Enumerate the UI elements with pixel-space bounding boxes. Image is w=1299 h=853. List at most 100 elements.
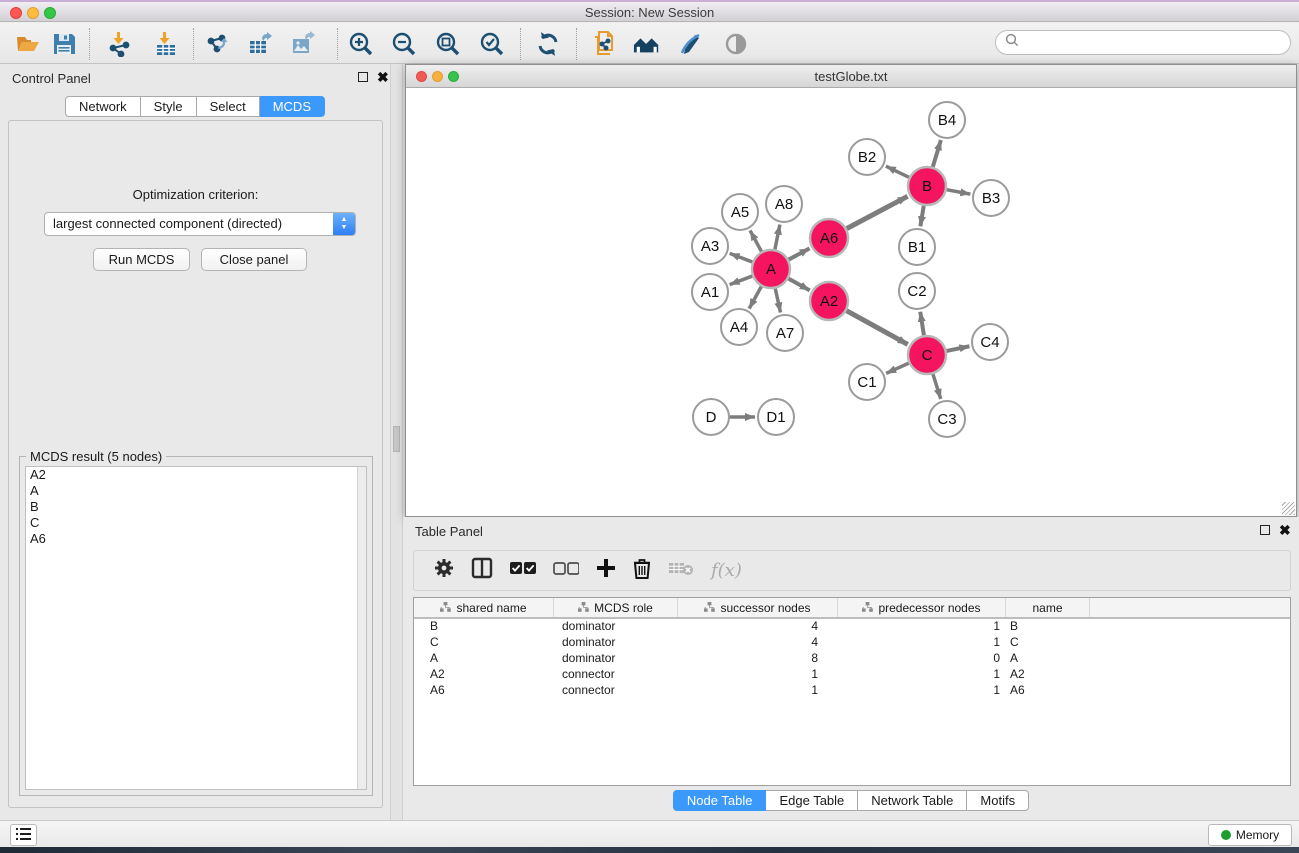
delete-table-icon[interactable] (668, 560, 694, 581)
open-session-icon[interactable] (14, 30, 42, 58)
tab-mcds[interactable]: MCDS (260, 96, 325, 117)
graph-node-label: A4 (730, 319, 748, 336)
deselect-all-checkbox-icon[interactable] (553, 561, 579, 580)
tab-style[interactable]: Style (141, 96, 197, 117)
toolbar-separator (520, 28, 521, 60)
graph-edge-A-A1[interactable] (730, 276, 753, 285)
close-panel-button[interactable]: Close panel (201, 248, 307, 271)
delete-column-icon[interactable] (633, 558, 651, 584)
network-view-window: testGlobe.txt B4B2BB3A5A8A6A3B1AA1C2A2A4… (405, 64, 1297, 517)
column-header-successor-nodes[interactable]: successor nodes (678, 598, 838, 617)
mcds-result-list[interactable]: A2ABCA6 (25, 466, 367, 790)
tab-network[interactable]: Network (65, 96, 141, 117)
create-column-icon[interactable] (596, 558, 616, 583)
select-all-checkbox-icon[interactable] (510, 561, 536, 580)
splitter-handle[interactable] (393, 426, 400, 452)
import-network-icon[interactable] (106, 30, 134, 58)
network-window-titlebar: testGlobe.txt (406, 65, 1296, 88)
table-cell: connector (554, 667, 678, 683)
control-panel-title: Control Panel (12, 71, 91, 86)
main-toolbar (0, 23, 1299, 64)
table-cell: 1 (678, 667, 838, 683)
column-header-MCDS-role[interactable]: MCDS role (554, 598, 678, 617)
graph-edge-C-C3[interactable] (933, 374, 941, 399)
new-network-from-selection-icon[interactable] (590, 30, 618, 58)
tab-motifs[interactable]: Motifs (967, 790, 1029, 811)
refresh-layout-icon[interactable] (534, 30, 562, 58)
tab-edge-table[interactable]: Edge Table (766, 790, 858, 811)
import-table-icon[interactable] (152, 30, 180, 58)
column-header-name[interactable]: name (1006, 598, 1090, 617)
table-row[interactable]: Cdominator41C (414, 635, 1290, 651)
graph-edge-A-A3[interactable] (730, 253, 753, 262)
window-titlebar: Session: New Session (0, 0, 1299, 22)
zoom-fit-icon[interactable] (434, 30, 462, 58)
graph-edge-A-A7[interactable] (775, 289, 780, 313)
result-item[interactable]: A2 (26, 467, 366, 483)
graph-edge-A6-B[interactable] (847, 196, 908, 228)
save-session-icon[interactable] (50, 30, 78, 58)
control-panel: Control Panel ✖ NetworkStyleSelectMCDS O… (0, 64, 390, 820)
zoom-out-icon[interactable] (390, 30, 418, 58)
float-panel-icon[interactable] (358, 72, 368, 82)
search-input[interactable] (1025, 34, 1290, 51)
column-header-shared-name[interactable]: shared name (414, 598, 554, 617)
show-panels-menu-button[interactable] (10, 824, 37, 846)
run-mcds-button[interactable]: Run MCDS (93, 248, 190, 271)
result-item[interactable]: B (26, 499, 366, 515)
result-item[interactable]: A (26, 483, 366, 499)
export-network-icon[interactable] (204, 30, 232, 58)
column-header-predecessor-nodes[interactable]: predecessor nodes (838, 598, 1006, 617)
result-item[interactable]: A6 (26, 531, 366, 547)
zoom-in-icon[interactable] (347, 30, 375, 58)
tab-select[interactable]: Select (197, 96, 260, 117)
column-type-icon (578, 601, 589, 615)
result-list-scrollbar[interactable] (357, 467, 366, 789)
graph-edge-A2-C[interactable] (847, 311, 908, 345)
show-column-icon[interactable] (471, 557, 493, 584)
export-table-icon[interactable] (247, 30, 275, 58)
graph-edge-B-B4[interactable] (933, 140, 941, 167)
table-options-icon[interactable] (434, 558, 454, 583)
graph-edge-A-A6[interactable] (789, 248, 810, 259)
vertical-splitter[interactable] (390, 64, 403, 820)
graph-edge-A-A8[interactable] (775, 225, 780, 250)
close-table-panel-icon[interactable]: ✖ (1279, 525, 1291, 537)
graph-edge-B-B3[interactable] (947, 190, 971, 194)
export-image-icon[interactable] (290, 30, 318, 58)
tab-network-table[interactable]: Network Table (858, 790, 967, 811)
hide-annotations-icon[interactable] (676, 30, 704, 58)
show-graphics-details-icon[interactable] (722, 30, 750, 58)
table-header-row: shared nameMCDS rolesuccessor nodesprede… (414, 598, 1290, 619)
table-row[interactable]: Bdominator41B (414, 619, 1290, 635)
zoom-selected-icon[interactable] (478, 30, 506, 58)
graph-node-label: A8 (775, 196, 793, 213)
graph-edge-B-B2[interactable] (886, 166, 909, 177)
criterion-select[interactable]: largest connected component (directed) ▲… (44, 212, 356, 236)
graph-edge-C-C1[interactable] (886, 363, 909, 373)
graph-node-label: C3 (937, 411, 956, 428)
table-row[interactable]: A2connector11A2 (414, 667, 1290, 683)
toolbar-separator (89, 28, 90, 60)
tab-node-table[interactable]: Node Table (673, 790, 767, 811)
network-graph[interactable]: B4B2BB3A5A8A6A3B1AA1C2A2A4A7C4CC1DD1C3 (406, 88, 1296, 516)
graph-edge-A-A2[interactable] (789, 279, 810, 291)
column-type-icon (862, 601, 873, 615)
graph-edge-A-A4[interactable] (749, 287, 761, 309)
table-row[interactable]: A6connector11A6 (414, 683, 1290, 699)
close-panel-icon[interactable]: ✖ (377, 72, 389, 84)
graph-edge-A-A5[interactable] (750, 230, 761, 251)
table-cell: dominator (554, 635, 678, 651)
table-cell: 4 (678, 635, 838, 651)
function-builder-icon[interactable]: f(x) (711, 560, 742, 581)
float-table-panel-icon[interactable] (1260, 525, 1270, 535)
graph-edge-B-B1[interactable] (920, 206, 923, 227)
window-resize-grip[interactable] (1282, 502, 1295, 515)
memory-button[interactable]: Memory (1208, 824, 1292, 846)
result-item[interactable]: C (26, 515, 366, 531)
graph-edge-C-C2[interactable] (920, 312, 924, 335)
table-row[interactable]: Adominator80A (414, 651, 1290, 667)
network-canvas[interactable]: B4B2BB3A5A8A6A3B1AA1C2A2A4A7C4CC1DD1C3 (406, 88, 1296, 516)
graph-edge-C-C4[interactable] (947, 346, 970, 351)
first-neighbors-icon[interactable] (633, 30, 661, 58)
